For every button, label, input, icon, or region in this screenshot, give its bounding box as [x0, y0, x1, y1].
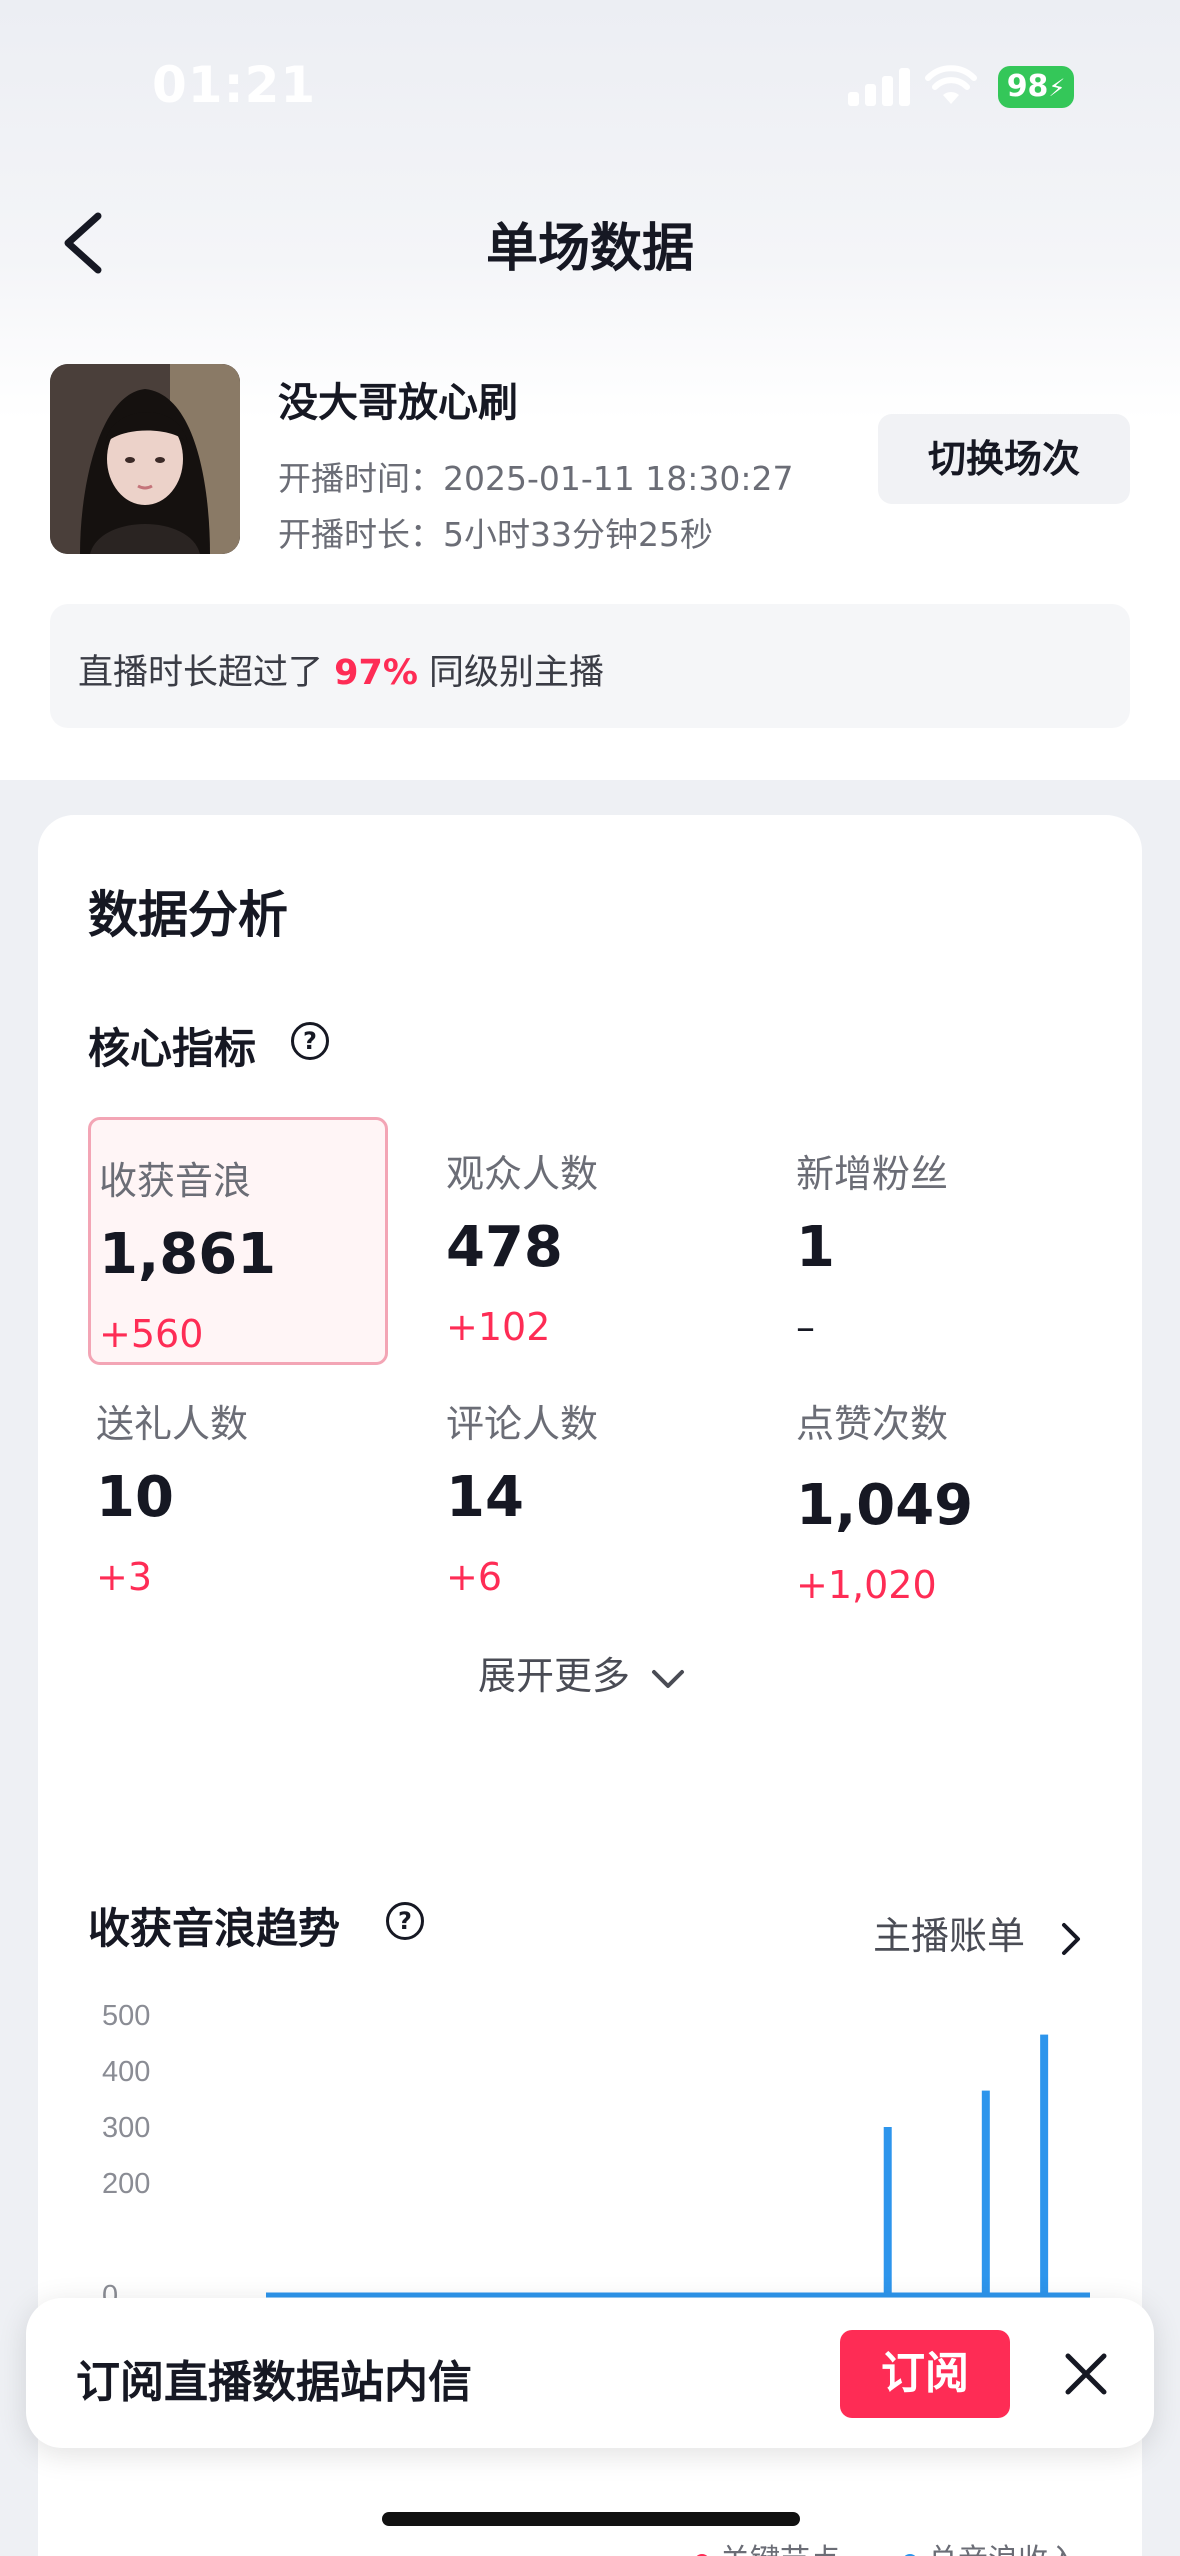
hint-text: 直播时长超过了 97% 同级别主播: [78, 644, 604, 695]
signal-icon: [848, 68, 910, 106]
chart-bar: [883, 2127, 892, 2295]
home-indicator: [382, 2512, 800, 2526]
duration-rank-hint: 直播时长超过了 97% 同级别主播: [50, 604, 1130, 728]
switch-session-button[interactable]: 切换场次: [878, 414, 1130, 504]
hint-prefix: 直播时长超过了: [78, 653, 335, 693]
analysis-title: 数据分析: [88, 886, 288, 944]
metric-delta: +560: [99, 1312, 204, 1356]
expand-more-button[interactable]: 展开更多: [478, 1645, 686, 1700]
chevron-down-icon: [652, 1669, 685, 1688]
data-analysis-card: 数据分析 核心指标 ? 收获音浪 1,861 +560 观众人数 478 +10…: [38, 815, 1142, 2556]
subscribe-banner: 订阅直播数据站内信 订阅: [26, 2298, 1154, 2448]
metric-label: 评论人数: [446, 1402, 599, 1446]
metric-likes[interactable]: 点赞次数 1,049 +1,020: [788, 1363, 1088, 1611]
hint-suffix: 同级别主播: [417, 653, 605, 693]
metric-gifters[interactable]: 送礼人数 10 +3: [88, 1363, 388, 1611]
y-tick-label: 500: [102, 2000, 150, 2032]
start-time: 开播时间：2025-01-11 18:30:27: [278, 459, 794, 498]
metric-label: 点赞次数: [796, 1402, 949, 1446]
metric-label: 送礼人数: [96, 1402, 249, 1446]
legend-label: 总音浪收入: [928, 2543, 1078, 2556]
y-tick-label: 200: [102, 2168, 150, 2200]
hint-percent: 97%: [334, 653, 418, 693]
metric-gift-income[interactable]: 收获音浪 1,861 +560: [88, 1117, 388, 1365]
status-bar: 01:21 98⚡: [0, 0, 1180, 150]
battery-icon: 98⚡: [998, 66, 1074, 108]
legend-label: 关键节点: [720, 2543, 840, 2556]
battery-level: 98: [1006, 69, 1049, 104]
metric-delta: –: [796, 1305, 815, 1349]
metric-value: 1: [796, 1215, 835, 1280]
metric-label: 新增粉丝: [796, 1152, 949, 1196]
avatar[interactable]: [50, 364, 240, 554]
close-icon[interactable]: [1058, 2346, 1114, 2402]
metric-value: 1,861: [99, 1222, 277, 1287]
metric-new-fans[interactable]: 新增粉丝 1 –: [788, 1113, 1088, 1361]
subscribe-text: 订阅直播数据站内信: [76, 2357, 472, 2408]
status-time: 01:21: [152, 56, 317, 114]
expand-more-label: 展开更多: [478, 1654, 631, 1698]
streamer-profile: 没大哥放心刷 开播时间：2025-01-11 18:30:27 开播时长：5小时…: [0, 360, 1180, 560]
page-title: 单场数据: [485, 219, 694, 279]
metric-label: 收获音浪: [99, 1159, 252, 1203]
metric-label: 观众人数: [446, 1152, 599, 1196]
metric-delta: +3: [96, 1555, 153, 1599]
chart-bar: [1040, 2034, 1049, 2295]
help-icon[interactable]: ?: [291, 1022, 329, 1060]
metric-delta: +6: [446, 1555, 503, 1599]
streamer-name: 没大哥放心刷: [278, 380, 518, 426]
legend-key-node: 关键节点: [694, 2535, 840, 2556]
metric-value: 14: [446, 1465, 524, 1530]
stream-duration: 开播时长：5小时33分钟25秒: [278, 515, 713, 554]
subscribe-button[interactable]: 订阅: [840, 2330, 1010, 2418]
metric-delta: +1,020: [796, 1563, 937, 1607]
metric-value: 478: [446, 1215, 563, 1280]
legend-total-income: 总音浪收入: [902, 2535, 1078, 2556]
metric-value: 10: [96, 1465, 174, 1530]
metric-commenters[interactable]: 评论人数 14 +6: [438, 1363, 738, 1611]
y-tick-label: 400: [102, 2056, 150, 2088]
y-tick-label: 300: [102, 2112, 150, 2144]
wifi-icon: [925, 65, 977, 104]
metric-value: 1,049: [796, 1473, 974, 1538]
chart-bar: [981, 2090, 990, 2295]
metric-delta: +102: [446, 1305, 551, 1349]
core-metrics-title: 核心指标: [88, 1024, 257, 1073]
nav-bar: 单场数据: [0, 190, 1180, 290]
metric-viewers[interactable]: 观众人数 478 +102: [438, 1113, 738, 1361]
